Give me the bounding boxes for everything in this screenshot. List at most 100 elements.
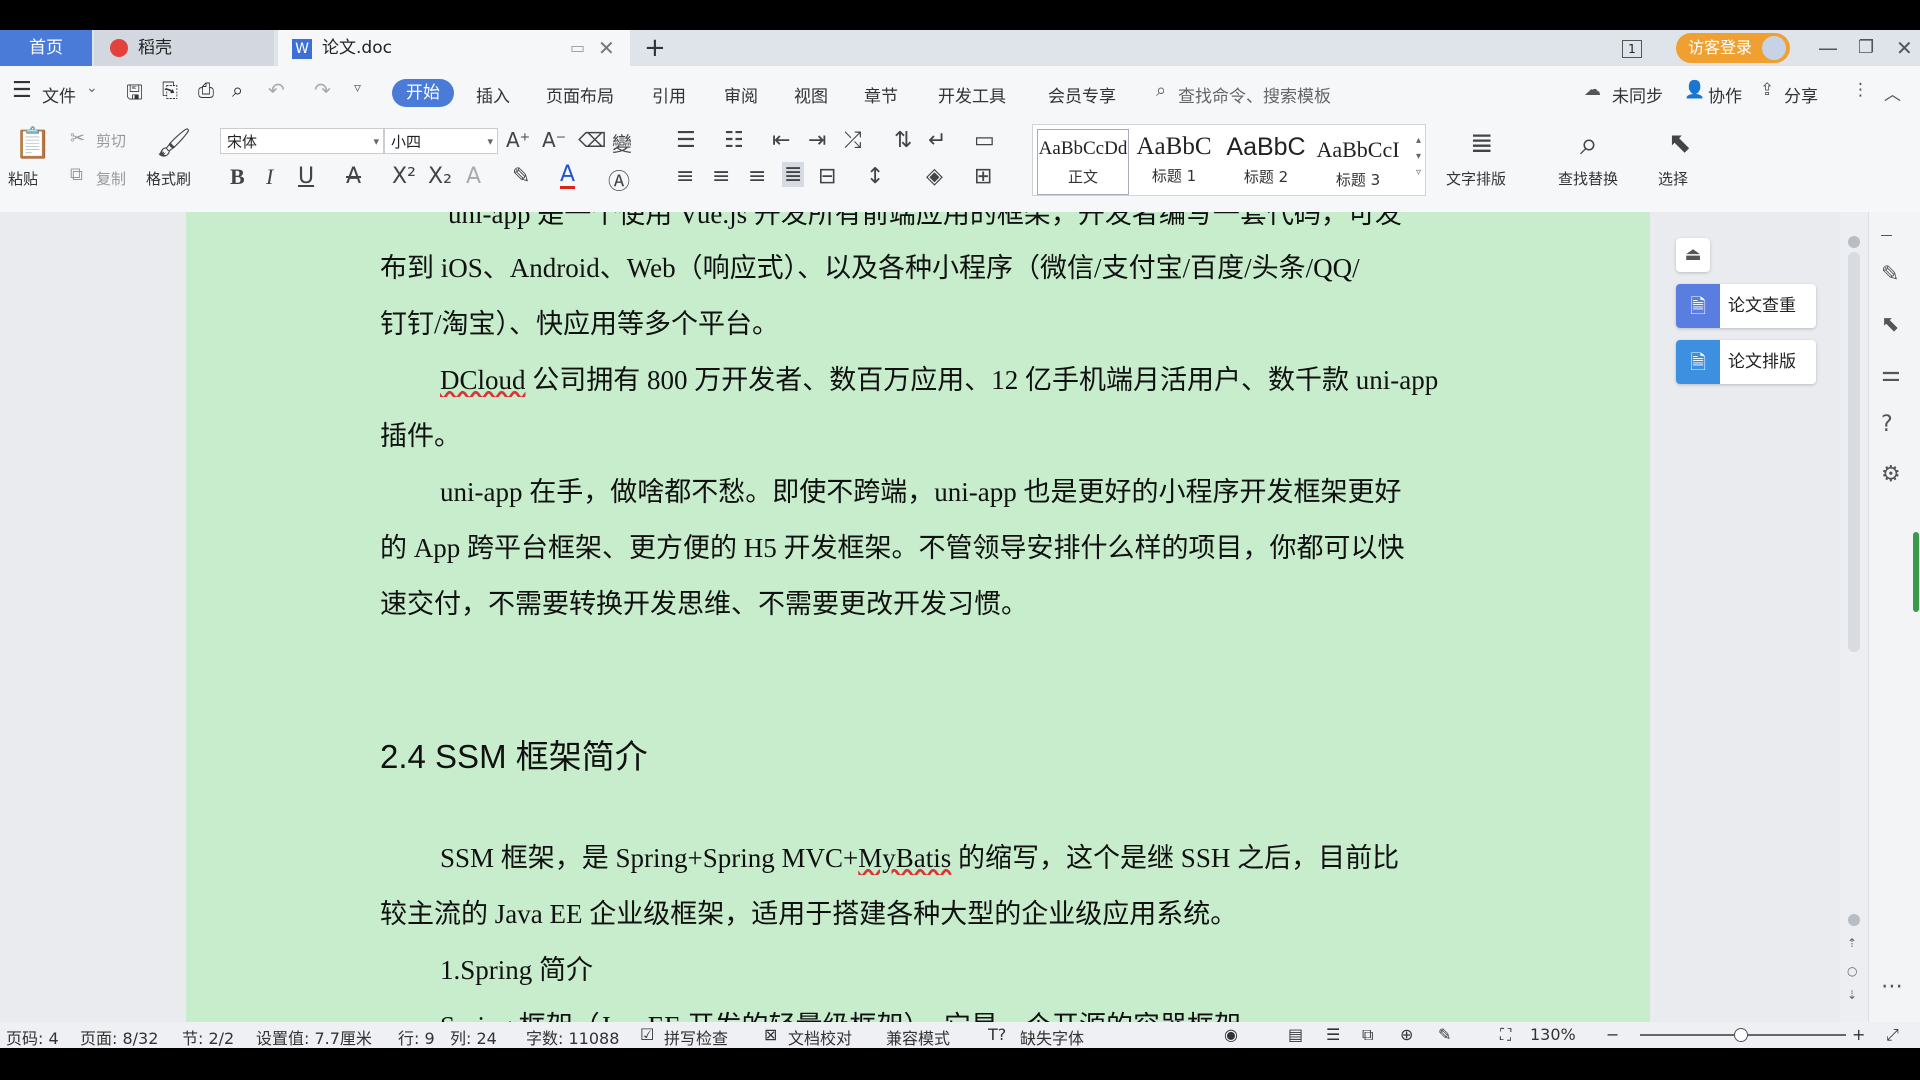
format-painter-button[interactable]: 格式刷 — [146, 168, 191, 189]
subscript-icon[interactable]: X₂ — [428, 164, 452, 189]
thesis-check-button[interactable]: 🗎 论文查重 — [1676, 284, 1816, 328]
style-normal[interactable]: AaBbCcDd 正文 — [1037, 129, 1129, 195]
style-heading-2[interactable]: AaBbC 标题 2 — [1221, 129, 1311, 193]
menu-lines-icon[interactable]: ⎯ — [1881, 222, 1892, 247]
align-center-icon[interactable]: ≡ — [712, 164, 730, 189]
pen-icon[interactable]: ✎ — [1881, 262, 1899, 287]
decrease-indent-icon[interactable]: ⇤ — [772, 128, 790, 153]
write-view-icon[interactable]: ✎ — [1438, 1025, 1451, 1044]
menu-references[interactable]: 引用 — [652, 82, 686, 107]
style-heading-1[interactable]: AaBbC 标题 1 — [1129, 129, 1219, 193]
command-search-input[interactable]: 查找命令、搜索模板 — [1178, 82, 1331, 107]
vertical-scrollbar[interactable]: ⇡ ○ ⇣ — [1840, 212, 1868, 1022]
justify-icon[interactable]: ≣ — [782, 162, 805, 187]
styles-scroll-icon[interactable]: ▴ ▾ ▿ — [1416, 133, 1421, 181]
char-border-icon[interactable]: Ⓐ — [608, 164, 630, 196]
browse-object-icon[interactable]: ○ — [1847, 964, 1857, 978]
close-tab-icon[interactable]: ✕ — [598, 30, 615, 66]
outline-view-icon[interactable]: ☰ — [1326, 1025, 1340, 1044]
superscript-icon[interactable]: X² — [392, 164, 416, 189]
share-button[interactable]: 分享 — [1784, 82, 1818, 107]
redo-icon[interactable]: ↷ — [314, 78, 331, 102]
thesis-format-button[interactable]: 🗎 论文排版 — [1676, 340, 1816, 384]
collapse-panel-icon[interactable]: ⏏ — [1676, 238, 1710, 272]
text-layout-button[interactable]: 文字排版 — [1446, 168, 1506, 189]
collapse-ribbon-icon[interactable]: ︿ — [1884, 80, 1901, 105]
borders-icon[interactable]: ⊞ — [974, 164, 992, 189]
spellcheck-word[interactable]: DCloud — [440, 365, 526, 395]
distribute-icon[interactable]: ⊟ — [818, 164, 836, 189]
ruler-icon[interactable]: ▭ — [974, 128, 995, 153]
undo-icon[interactable]: ↶ — [268, 78, 285, 102]
more-options-icon[interactable]: ⋮ — [1852, 80, 1869, 100]
paste-button[interactable]: 粘贴 — [8, 168, 38, 189]
spellcheck-word[interactable]: MyBatis — [858, 843, 951, 873]
pointer-icon[interactable]: ⬉ — [1881, 312, 1899, 337]
fit-page-icon[interactable]: ⛶ — [1500, 1025, 1511, 1045]
menu-developer[interactable]: 开发工具 — [938, 82, 1006, 107]
italic-icon[interactable]: I — [266, 164, 273, 190]
image-settings-icon[interactable]: ⚙ — [1881, 462, 1901, 487]
zoom-slider-handle[interactable] — [1734, 1028, 1748, 1042]
prev-page-icon[interactable]: ⇡ — [1847, 936, 1857, 950]
style-heading-3[interactable]: AaBbCcI 标题 3 — [1313, 129, 1403, 193]
document-page[interactable]: uni-app 是一个使用 Vue.js 开发所有前端应用的框架，开发者编写一套… — [186, 212, 1650, 1022]
menu-review[interactable]: 审阅 — [724, 82, 758, 107]
restore-icon[interactable]: ❐ — [1858, 30, 1878, 66]
help-icon[interactable]: ? — [1881, 412, 1893, 437]
web-view-icon[interactable]: ⊕ — [1400, 1025, 1413, 1044]
clear-format-icon[interactable]: ⌫ — [578, 128, 606, 152]
save-icon[interactable]: 🖫 — [126, 78, 143, 112]
status-word-count[interactable]: 字数: 11088 — [526, 1025, 619, 1049]
eye-protection-icon[interactable]: ◉ — [1224, 1025, 1238, 1044]
zoom-in-icon[interactable]: + — [1852, 1025, 1865, 1044]
proofread-button[interactable]: 文档校对 — [788, 1025, 852, 1049]
font-size-select[interactable]: 小四 ▾ — [384, 128, 498, 154]
hamburger-icon[interactable]: ☰ — [12, 78, 32, 103]
menu-chapter[interactable]: 章节 — [864, 82, 898, 107]
adjust-icon[interactable]: ⚌ — [1881, 362, 1901, 387]
spell-check-button[interactable]: 拼写检查 — [664, 1025, 728, 1049]
minimize-icon[interactable]: — — [1818, 30, 1838, 66]
text-effect-icon[interactable]: A — [466, 164, 481, 189]
tab-document[interactable]: W 论文.doc ▭ ✕ — [278, 30, 630, 66]
strikethrough-icon[interactable]: A — [346, 164, 361, 189]
underline-icon[interactable]: U — [298, 164, 314, 189]
menu-insert[interactable]: 插入 — [476, 82, 510, 107]
sync-status[interactable]: 未同步 — [1612, 82, 1663, 107]
decrease-font-icon[interactable]: A⁻ — [542, 128, 566, 152]
bold-icon[interactable]: B — [230, 164, 245, 190]
align-right-icon[interactable]: ≡ — [748, 164, 766, 189]
bullet-list-icon[interactable]: ☰ — [676, 128, 696, 153]
menu-start[interactable]: 开始 — [392, 79, 454, 107]
new-tab-button[interactable]: + — [644, 30, 674, 66]
font-color-icon[interactable]: A — [560, 164, 576, 189]
find-replace-button[interactable]: 查找替换 — [1558, 168, 1618, 189]
print-preview-icon[interactable]: ⌕ — [232, 78, 243, 102]
phonetic-icon[interactable]: 變 — [612, 128, 632, 157]
fullscreen-icon[interactable]: ⤢ — [1886, 1025, 1899, 1045]
align-left-icon[interactable]: ≡ — [676, 164, 694, 189]
menu-member[interactable]: 会员专享 — [1048, 82, 1116, 107]
next-page-icon[interactable]: ⇣ — [1847, 988, 1857, 1002]
menu-view[interactable]: 视图 — [794, 82, 828, 107]
close-window-icon[interactable]: ✕ — [1896, 30, 1916, 66]
zoom-out-icon[interactable]: − — [1606, 1025, 1619, 1044]
sort-icon[interactable]: ⇅ — [894, 128, 912, 153]
export-icon[interactable]: ⎘ — [162, 78, 178, 102]
checkbox-icon[interactable]: ☑ — [640, 1025, 654, 1044]
login-button[interactable]: 访客登录 — [1676, 33, 1790, 63]
zoom-level[interactable]: 130% — [1530, 1025, 1576, 1044]
scroll-down-icon[interactable] — [1848, 914, 1860, 926]
missing-font-button[interactable]: 缺失字体 — [1020, 1025, 1084, 1049]
copy-button[interactable]: 复制 — [96, 168, 126, 189]
increase-font-icon[interactable]: A⁺ — [506, 128, 530, 152]
menu-page-layout[interactable]: 页面布局 — [546, 82, 614, 107]
status-pages[interactable]: 页面: 8/32 — [80, 1025, 158, 1049]
scroll-up-icon[interactable] — [1848, 236, 1860, 248]
increase-indent-icon[interactable]: ⇥ — [808, 128, 826, 153]
line-spacing-icon[interactable]: ↕ — [866, 164, 884, 189]
scroll-thumb[interactable] — [1848, 252, 1860, 652]
page-view-icon[interactable]: ▤ — [1288, 1025, 1303, 1044]
collab-button[interactable]: 协作 — [1708, 82, 1742, 107]
